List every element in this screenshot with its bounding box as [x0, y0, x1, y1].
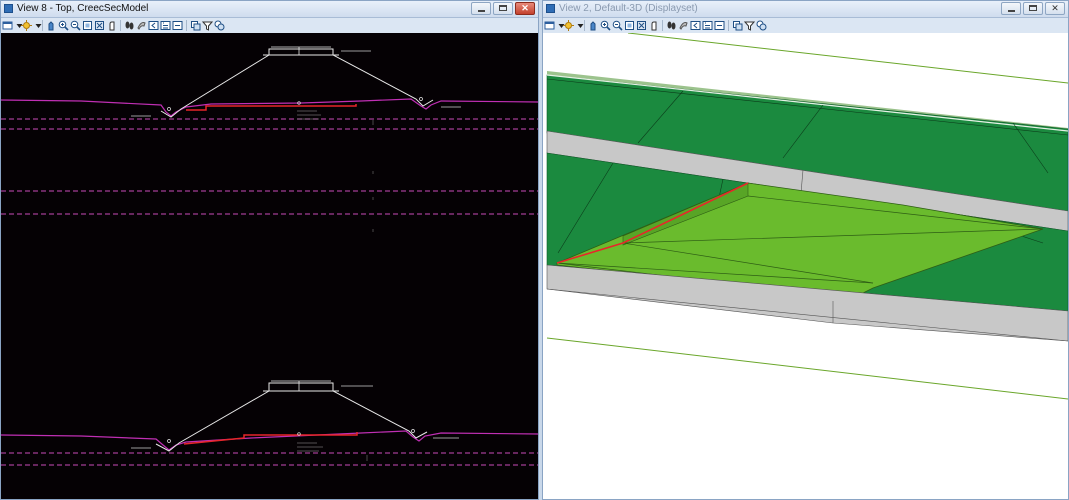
- window-area-icon[interactable]: [624, 20, 635, 31]
- view-2-3d-canvas[interactable]: [543, 33, 1068, 499]
- zoom-out-icon[interactable]: [70, 20, 81, 31]
- cross-section-upper: [1, 46, 538, 232]
- clip-volume-icon[interactable]: [732, 20, 743, 31]
- cross-section-drawing: [1, 46, 538, 466]
- walk-icon[interactable]: [666, 20, 677, 31]
- view-group-icon[interactable]: [214, 20, 225, 31]
- copy-view-icon[interactable]: [678, 20, 689, 31]
- view-8-toolbar: [1, 18, 538, 32]
- cross-section-lower: [1, 380, 538, 466]
- toolbar-separator: [662, 19, 663, 31]
- view-8-titlebar[interactable]: View 8 - Top, CreecSecModel ✕: [1, 1, 538, 18]
- view-window-icon: [546, 4, 555, 13]
- toolbar-separator: [186, 19, 187, 31]
- view-window-icon: [4, 4, 13, 13]
- view-8-window[interactable]: View 8 - Top, CreecSecModel ✕: [0, 0, 539, 500]
- copy-view-icon[interactable]: [136, 20, 147, 31]
- view-2-titlebar[interactable]: View 2, Default-3D (Displayset) ✕: [543, 1, 1068, 18]
- minimize-button[interactable]: [1001, 2, 1021, 15]
- dropdown-arrow-icon[interactable]: [556, 20, 565, 31]
- display-style-icon[interactable]: [563, 19, 574, 31]
- view-previous-icon[interactable]: [148, 20, 159, 31]
- minimize-button[interactable]: [471, 2, 491, 15]
- fit-view-icon[interactable]: [636, 20, 647, 31]
- zoom-in-icon[interactable]: [600, 20, 611, 31]
- clip-mask-icon[interactable]: [202, 20, 213, 31]
- maximize-button[interactable]: [493, 2, 513, 15]
- clip-mask-icon[interactable]: [744, 20, 755, 31]
- zoom-out-icon[interactable]: [612, 20, 623, 31]
- view-8-drawing-canvas[interactable]: [1, 33, 538, 499]
- dropdown-arrow-icon[interactable]: [33, 20, 42, 31]
- toolbar-separator: [120, 19, 121, 31]
- display-style-icon[interactable]: [21, 19, 32, 31]
- maximize-button[interactable]: [1023, 2, 1043, 15]
- view-attributes-icon[interactable]: [544, 20, 555, 31]
- rotate-view-icon[interactable]: [648, 20, 659, 31]
- dropdown-arrow-icon[interactable]: [575, 20, 584, 31]
- toolbar-separator: [728, 19, 729, 31]
- close-button[interactable]: ✕: [1045, 2, 1065, 15]
- road-3d-model: [546, 33, 1068, 400]
- view-2-window[interactable]: View 2, Default-3D (Displayset) ✕: [542, 0, 1069, 500]
- view-previous-icon[interactable]: [690, 20, 701, 31]
- view-next-icon[interactable]: [160, 20, 171, 31]
- view-attributes-icon[interactable]: [2, 20, 13, 31]
- close-button[interactable]: ✕: [515, 2, 535, 15]
- window-area-icon[interactable]: [82, 20, 93, 31]
- walk-icon[interactable]: [124, 20, 135, 31]
- pan-icon[interactable]: [46, 20, 57, 31]
- pan-icon[interactable]: [588, 20, 599, 31]
- view-group-icon[interactable]: [756, 20, 767, 31]
- clip-volume-icon[interactable]: [190, 20, 201, 31]
- zoom-in-icon[interactable]: [58, 20, 69, 31]
- view-2-toolbar: [543, 18, 1068, 32]
- rotate-view-icon[interactable]: [106, 20, 117, 31]
- view-next-icon[interactable]: [702, 20, 713, 31]
- camera-icon[interactable]: [714, 20, 725, 31]
- view-2-title: View 2, Default-3D (Displayset): [559, 3, 698, 14]
- camera-icon[interactable]: [172, 20, 183, 31]
- dropdown-arrow-icon[interactable]: [14, 20, 23, 31]
- view-8-title: View 8 - Top, CreecSecModel: [17, 3, 149, 14]
- fit-view-icon[interactable]: [94, 20, 105, 31]
